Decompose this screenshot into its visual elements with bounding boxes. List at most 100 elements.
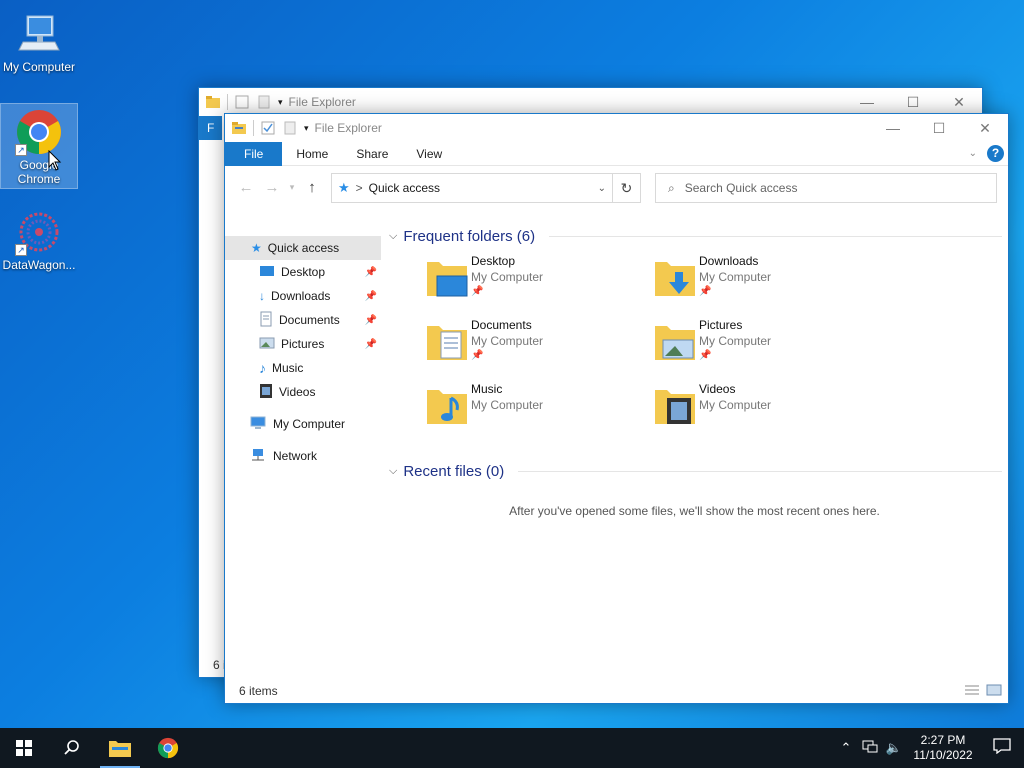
chevron-up-icon[interactable]: ⌃ (834, 740, 858, 756)
folder-tile-videos[interactable]: Videos My Computer (653, 382, 863, 442)
windows-logo-icon (16, 740, 32, 756)
pin-icon[interactable]: 📌 (365, 267, 377, 278)
computer-icon (249, 416, 267, 433)
computer-icon (15, 10, 63, 58)
sidebar-item-music[interactable]: ♪ Music (225, 356, 381, 380)
volume-icon[interactable]: 🔈 (882, 740, 906, 756)
taskbar-chrome[interactable] (144, 728, 192, 768)
frequent-folders-header[interactable]: ⌵ Frequent folders (6) (389, 224, 1002, 248)
window-title: File Explorer (314, 121, 382, 135)
refresh-button[interactable]: ↻ (613, 173, 641, 203)
folder-tile-pictures[interactable]: Pictures My Computer 📌 (653, 318, 863, 378)
file-explorer-window[interactable]: ▾ File Explorer — ☐ ✕ File Home Share Vi… (224, 113, 1009, 704)
window-title: File Explorer (288, 95, 356, 109)
close-button[interactable]: ✕ (962, 114, 1008, 142)
properties-icon[interactable] (234, 94, 250, 110)
tab-home[interactable]: Home (282, 142, 342, 166)
sidebar-item-my-computer[interactable]: My Computer (225, 412, 381, 436)
customize-quick-access-icon[interactable]: ▾ (278, 97, 283, 108)
expand-ribbon-icon[interactable]: ⌄ (969, 148, 977, 159)
pin-icon[interactable]: 📌 (365, 315, 377, 326)
shortcut-arrow-icon: ↗ (15, 244, 27, 256)
sidebar-item-label: Music (272, 361, 304, 375)
folder-tile-music[interactable]: Music My Computer (425, 382, 635, 442)
sidebar-item-quick-access[interactable]: ★ Quick access (225, 236, 381, 260)
sidebar-item-videos[interactable]: Videos (225, 380, 381, 404)
address-bar[interactable]: ★ > Quick access ⌄ (331, 173, 613, 203)
title-bar[interactable]: ▾ File Explorer — ☐ ✕ (225, 114, 1008, 142)
large-icons-view-icon[interactable] (986, 684, 1002, 699)
tab-share[interactable]: Share (342, 142, 402, 166)
desktop-icon-google-chrome[interactable]: ↗ Google Chrome (0, 103, 78, 189)
folder-tile-desktop[interactable]: Desktop My Computer 📌 (425, 254, 635, 314)
sidebar-item-network[interactable]: Network (225, 444, 381, 468)
pin-icon: 📌 (471, 286, 484, 297)
forward-button[interactable]: → (259, 179, 285, 196)
help-icon[interactable]: ? (987, 145, 1004, 162)
taskbar-file-explorer[interactable] (96, 728, 144, 768)
pictures-icon (259, 336, 275, 353)
folder-name: Downloads (699, 254, 759, 268)
title-bar[interactable]: ▾ File Explorer — ☐ ✕ (199, 88, 982, 116)
navigation-pane: ★ Quick access Desktop 📌 ↓ Downloads 📌 D… (225, 236, 381, 679)
star-icon: ★ (251, 241, 262, 255)
pin-icon: 📌 (471, 350, 484, 361)
search-input[interactable]: Search Quick access (685, 181, 798, 195)
start-button[interactable] (0, 728, 48, 768)
new-folder-icon[interactable] (256, 94, 272, 110)
section-title: Frequent folders (6) (403, 227, 536, 245)
ribbon-tabs: File Home Share View ⌄ ? (225, 141, 1008, 166)
folder-tile-downloads[interactable]: Downloads My Computer 📌 (653, 254, 863, 314)
desktop-folder-icon (259, 264, 275, 281)
search-icon: ⌕ (668, 180, 675, 195)
customize-quick-access-icon[interactable]: ▾ (304, 123, 309, 134)
minimize-button[interactable]: — (870, 114, 916, 142)
sidebar-item-label: Documents (279, 313, 340, 327)
search-button[interactable] (48, 728, 96, 768)
notification-icon[interactable] (980, 738, 1024, 758)
network-icon (249, 448, 267, 465)
folder-name: Music (471, 382, 503, 396)
details-view-icon[interactable] (964, 684, 980, 699)
pin-icon: 📌 (699, 286, 712, 297)
tab-view[interactable]: View (402, 142, 456, 166)
sidebar-item-label: Quick access (267, 241, 340, 255)
datawagon-icon: ↗ (15, 208, 63, 256)
desktop-icon-my-computer[interactable]: My Computer (1, 6, 77, 74)
folder-tile-documents[interactable]: Documents My Computer 📌 (425, 318, 635, 378)
breadcrumb-quick-access[interactable]: Quick access (369, 181, 440, 195)
up-button[interactable]: ↑ (299, 179, 325, 196)
desktop-icon-label: DataWagon... (2, 258, 76, 272)
folder-videos-icon (653, 382, 697, 430)
sidebar-item-documents[interactable]: Documents 📌 (225, 308, 381, 332)
folder-name: Videos (699, 382, 736, 396)
close-button[interactable]: ✕ (936, 88, 982, 116)
sidebar-item-downloads[interactable]: ↓ Downloads 📌 (225, 284, 381, 308)
folder-pictures-icon (653, 318, 697, 366)
back-button[interactable]: ← (233, 179, 259, 196)
empty-recent-message: After you've opened some files, we'll sh… (509, 504, 880, 518)
recent-locations-icon[interactable]: ▾ (285, 182, 299, 193)
tab-file[interactable]: File (225, 141, 283, 166)
sidebar-item-pictures[interactable]: Pictures 📌 (225, 332, 381, 356)
folder-location: My Computer (699, 270, 772, 284)
properties-icon[interactable] (260, 120, 276, 136)
network-icon[interactable] (858, 740, 882, 757)
maximize-button[interactable]: ☐ (916, 114, 962, 142)
search-box[interactable]: ⌕ Search Quick access (655, 173, 997, 203)
clock-date: 11/10/2022 (913, 748, 973, 762)
minimize-button[interactable]: — (844, 88, 890, 116)
pin-icon[interactable]: 📌 (365, 339, 377, 350)
tab-file[interactable]: F (199, 116, 223, 140)
sidebar-item-label: Videos (279, 385, 316, 399)
desktop-icon-datawagon[interactable]: ↗ DataWagon... (1, 204, 77, 272)
clock[interactable]: 2:27 PM 11/10/2022 (906, 733, 980, 763)
sidebar-item-desktop[interactable]: Desktop 📌 (225, 260, 381, 284)
pin-icon[interactable]: 📌 (365, 291, 377, 302)
address-dropdown-icon[interactable]: ⌄ (598, 183, 606, 194)
recent-files-header[interactable]: ⌵ Recent files (0) (389, 459, 1002, 483)
maximize-button[interactable]: ☐ (890, 88, 936, 116)
folder-location: My Computer (471, 398, 544, 412)
new-folder-icon[interactable] (282, 120, 298, 136)
folder-name: Desktop (471, 254, 516, 268)
